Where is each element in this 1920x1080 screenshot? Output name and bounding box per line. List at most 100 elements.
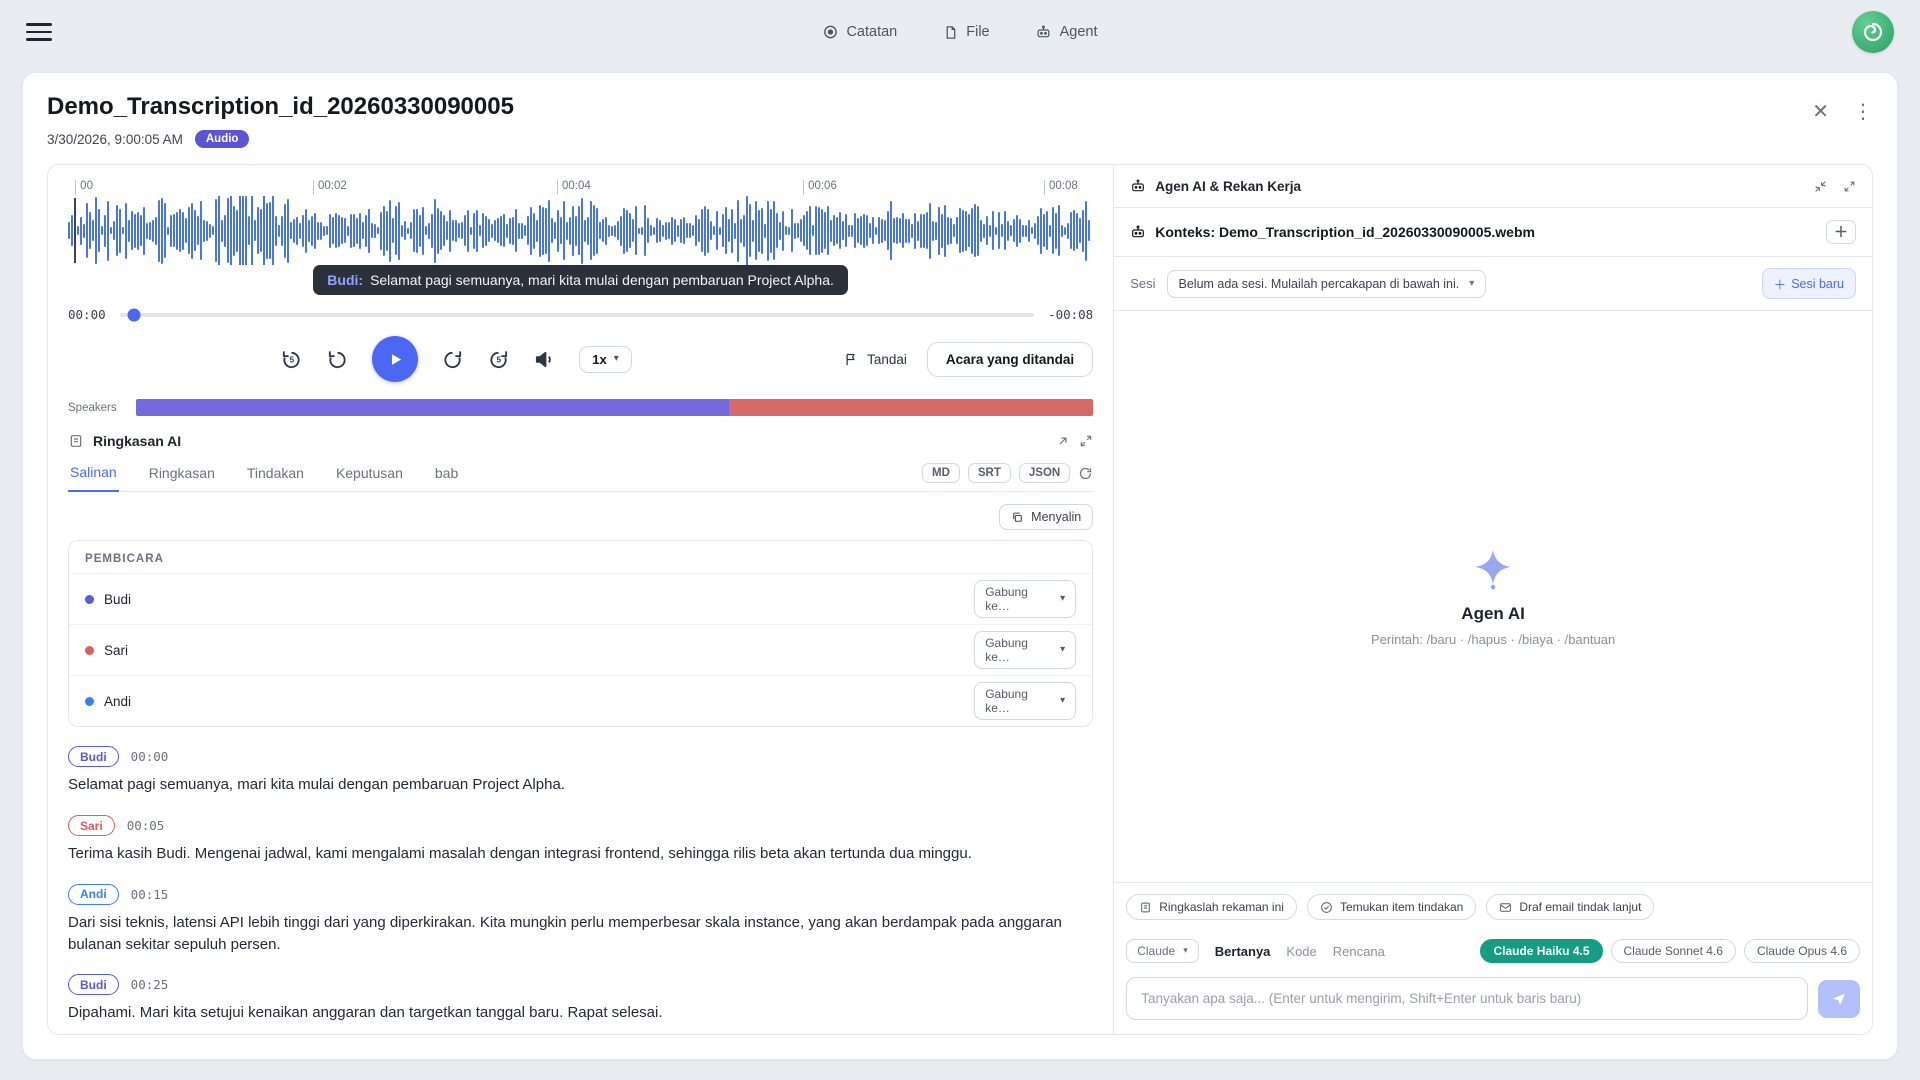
kebab-menu-icon[interactable]: ⋮ — [1853, 101, 1873, 121]
flag-icon — [844, 352, 859, 367]
tab-keputusan[interactable]: Keputusan — [334, 457, 405, 491]
forward-5-icon[interactable]: 5 — [487, 348, 510, 371]
entry-text[interactable]: Terima kasih Budi. Mengenai jadwal, kami… — [68, 843, 1093, 865]
marked-events-button[interactable]: Acara yang ditandai — [927, 342, 1093, 377]
speakers-box: PEMBICARA Budi Gabung ke…▾ Sari Gabung k… — [68, 540, 1093, 727]
file-icon — [943, 25, 958, 40]
nav-item-catatan[interactable]: Catatan — [822, 24, 897, 40]
document-icon — [1139, 901, 1152, 914]
merge-select[interactable]: Gabung ke…▾ — [974, 631, 1076, 669]
copy-icon — [1011, 511, 1024, 524]
mail-icon — [1499, 901, 1512, 914]
speaker-badge[interactable]: Budi — [68, 974, 119, 995]
app-logo[interactable] — [1852, 11, 1894, 53]
record-icon — [822, 24, 838, 40]
red-segment[interactable] — [729, 399, 1093, 416]
entry-timestamp[interactable]: 00:15 — [131, 887, 169, 902]
check-circle-icon — [1320, 901, 1333, 914]
speaker-badge[interactable]: Sari — [68, 815, 115, 836]
new-session-button[interactable]: ＋ Sesi baru — [1762, 268, 1856, 299]
session-dropdown[interactable]: Belum ada sesi. Mulailah percakapan di b… — [1167, 270, 1487, 298]
speaker-name: Budi — [104, 592, 974, 607]
mode-bertanya[interactable]: Bertanya — [1215, 944, 1271, 959]
volume-icon[interactable] — [533, 348, 556, 371]
speaker-row: Budi Gabung ke…▾ — [69, 573, 1092, 624]
tab-salinan[interactable]: Salinan — [68, 456, 119, 492]
forward-icon[interactable] — [441, 348, 464, 371]
playhead[interactable] — [74, 198, 76, 263]
send-button[interactable] — [1818, 980, 1860, 1018]
mode-kode[interactable]: Kode — [1286, 944, 1316, 959]
context-label: Konteks: Demo_Transcription_id_202603300… — [1155, 224, 1535, 240]
transcription-card: Demo_Transcription_id_20260330090005 3/3… — [22, 72, 1898, 1060]
robot-icon — [1036, 24, 1052, 40]
session-label: Sesi — [1130, 276, 1155, 291]
merge-label: Gabung ke… — [985, 687, 1048, 715]
collapse-icon[interactable] — [1814, 180, 1827, 193]
rewind-5-icon[interactable]: 5 — [280, 348, 303, 371]
seek-knob[interactable] — [128, 308, 141, 321]
chat-input[interactable] — [1126, 977, 1808, 1020]
export-md-button[interactable]: MD — [922, 463, 960, 483]
session-dropdown-value: Belum ada sesi. Mulailah percakapan di b… — [1179, 277, 1460, 291]
quick-action-label: Ringkaslah rekaman ini — [1159, 900, 1284, 914]
agent-empty-state: Agen AI Perintah: /baru · /hapus · /biay… — [1114, 311, 1872, 882]
expand-icon[interactable] — [1843, 180, 1856, 193]
entry-text[interactable]: Dipahami. Mari kita setujui kenaikan ang… — [68, 1002, 1093, 1024]
entry-timestamp[interactable]: 00:25 — [131, 977, 169, 992]
speakers-box-header: PEMBICARA — [69, 541, 1092, 573]
entry-text[interactable]: Selamat pagi semuanya, mari kita mulai d… — [68, 774, 1093, 796]
seek-bar[interactable] — [120, 313, 1034, 317]
hamburger-menu-icon[interactable] — [26, 18, 52, 46]
export-srt-button[interactable]: SRT — [968, 463, 1011, 483]
entry-timestamp[interactable]: 00:00 — [131, 749, 169, 764]
speaker-badge[interactable]: Budi — [68, 746, 119, 767]
open-external-icon[interactable] — [1056, 434, 1070, 448]
purple-segment[interactable] — [136, 399, 729, 416]
nav-item-agent[interactable]: Agent — [1036, 24, 1098, 40]
robot-icon — [1130, 178, 1146, 194]
tab-tindakan[interactable]: Tindakan — [245, 457, 306, 491]
merge-select[interactable]: Gabung ke…▾ — [974, 580, 1076, 618]
waveform[interactable] — [68, 196, 1093, 265]
mode-rencana[interactable]: Rencana — [1333, 944, 1385, 959]
speaker-color-dot — [85, 595, 94, 604]
transcript-entry: Andi 00:15 Dari sisi teknis, latensi API… — [68, 884, 1093, 956]
quick-action-find-actions[interactable]: Temukan item tindakan — [1307, 894, 1476, 920]
refresh-icon[interactable] — [1078, 466, 1093, 481]
speakers-bar[interactable] — [136, 399, 1093, 416]
mark-button[interactable]: Tandai — [844, 352, 907, 367]
add-context-button[interactable]: ＋ — [1826, 220, 1856, 244]
export-json-button[interactable]: JSON — [1019, 463, 1070, 483]
entry-text[interactable]: Dari sisi teknis, latensi API lebih ting… — [68, 912, 1093, 956]
merge-select[interactable]: Gabung ke…▾ — [974, 682, 1076, 720]
speakers-label: Speakers — [68, 402, 122, 414]
entry-timestamp[interactable]: 00:05 — [127, 818, 165, 833]
quick-action-label: Draf email tindak lanjut — [1519, 900, 1641, 914]
provider-dropdown[interactable]: Claude ▾ — [1126, 939, 1199, 963]
close-icon[interactable]: ✕ — [1812, 101, 1829, 121]
tab-bab[interactable]: bab — [433, 457, 460, 491]
tick-label: 00:02 — [318, 180, 347, 192]
nav-item-file[interactable]: File — [943, 24, 989, 40]
speaker-badge[interactable]: Andi — [68, 884, 119, 905]
quick-action-draft-email[interactable]: Draf email tindak lanjut — [1486, 894, 1654, 920]
copy-button[interactable]: Menyalin — [999, 504, 1093, 530]
speaker-name: Andi — [104, 694, 974, 709]
speed-selector[interactable]: 1x ▾ — [579, 346, 632, 373]
model-claude-haiku[interactable]: Claude Haiku 4.5 — [1480, 939, 1602, 963]
maximize-icon[interactable] — [1079, 434, 1093, 448]
model-claude-opus[interactable]: Claude Opus 4.6 — [1744, 939, 1860, 963]
play-button[interactable] — [372, 336, 418, 382]
quick-action-summarize[interactable]: Ringkaslah rekaman ini — [1126, 894, 1297, 920]
model-claude-sonnet[interactable]: Claude Sonnet 4.6 — [1611, 939, 1736, 963]
quick-action-label: Temukan item tindakan — [1340, 900, 1463, 914]
new-session-label: Sesi baru — [1791, 277, 1844, 291]
nav-label: Catatan — [846, 24, 897, 40]
caption-text: Selamat pagi semuanya, mari kita mulai d… — [370, 272, 834, 288]
rewind-icon[interactable] — [326, 348, 349, 371]
player-transcript-panel: 00 00:02 00:04 00:06 00:08 Budi: Selamat… — [48, 165, 1113, 1034]
tab-ringkasan[interactable]: Ringkasan — [147, 457, 217, 491]
chevron-down-icon: ▾ — [1060, 645, 1065, 655]
provider-label: Claude — [1137, 944, 1175, 958]
